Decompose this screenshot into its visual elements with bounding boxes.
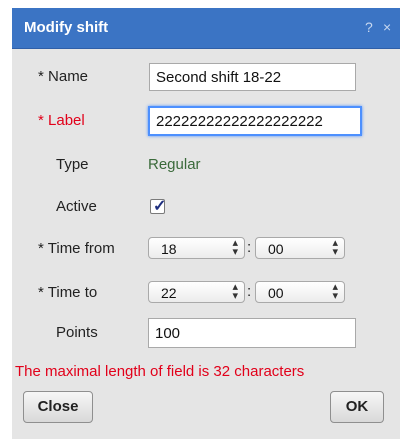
required-mark: * bbox=[38, 240, 44, 257]
updown-arrows-icon: ▴ ▾ bbox=[232, 281, 238, 302]
time-from-minute-select[interactable]: 00 ▴ ▾ bbox=[255, 237, 345, 259]
updown-arrows-icon: ▴ ▾ bbox=[332, 281, 338, 302]
time-to-hour-select[interactable]: 22 ▴ ▾ bbox=[148, 281, 245, 303]
required-mark: * bbox=[38, 68, 44, 85]
label-label: * Label bbox=[38, 112, 85, 129]
updown-arrows-icon: ▴ ▾ bbox=[332, 237, 338, 258]
time-to-hour-value: 22 bbox=[161, 285, 177, 301]
time-to-minute-value: 00 bbox=[268, 285, 284, 301]
name-label-text: Name bbox=[48, 68, 89, 85]
label-label-text: Label bbox=[48, 112, 85, 129]
name-input[interactable] bbox=[149, 63, 356, 91]
dialog-titlebar: Modify shift ? × bbox=[12, 8, 400, 49]
modify-shift-dialog: Modify shift ? × * Name * Label Type Reg… bbox=[12, 8, 400, 439]
time-from-hour-value: 18 bbox=[161, 241, 177, 257]
active-checkbox[interactable]: ✓ bbox=[150, 198, 167, 215]
time-from-label-text: Time from bbox=[47, 240, 115, 257]
time-to-minute-select[interactable]: 00 ▴ ▾ bbox=[255, 281, 345, 303]
time-separator: : bbox=[247, 239, 252, 256]
error-message: The maximal length of field is 32 charac… bbox=[15, 363, 305, 380]
type-value: Regular bbox=[148, 156, 201, 173]
label-input[interactable] bbox=[148, 106, 362, 136]
help-icon[interactable]: ? bbox=[365, 19, 373, 35]
time-from-minute-value: 00 bbox=[268, 241, 284, 257]
checkmark-icon: ✓ bbox=[153, 198, 167, 215]
points-label: Points bbox=[56, 324, 98, 341]
name-label: * Name bbox=[38, 68, 88, 85]
type-label: Type bbox=[56, 156, 89, 173]
time-separator: : bbox=[247, 283, 252, 300]
close-icon[interactable]: × bbox=[383, 19, 391, 35]
required-mark: * bbox=[38, 284, 44, 301]
points-input[interactable] bbox=[148, 318, 356, 348]
ok-button[interactable]: OK bbox=[330, 391, 384, 423]
time-from-label: * Time from bbox=[38, 240, 115, 257]
time-from-hour-select[interactable]: 18 ▴ ▾ bbox=[148, 237, 245, 259]
time-to-label: * Time to bbox=[38, 284, 97, 301]
dialog-title: Modify shift bbox=[24, 19, 109, 36]
active-label: Active bbox=[56, 198, 97, 215]
required-mark: * bbox=[38, 112, 44, 129]
updown-arrows-icon: ▴ ▾ bbox=[232, 237, 238, 258]
close-button[interactable]: Close bbox=[23, 391, 93, 423]
time-to-label-text: Time to bbox=[47, 284, 98, 301]
